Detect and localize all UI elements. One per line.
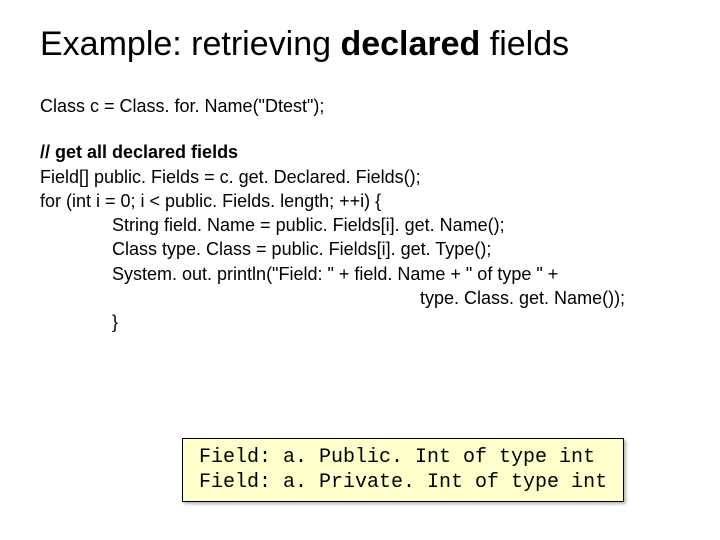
code-line: String field. Name = public. Fields[i]. … bbox=[40, 213, 680, 237]
code-line: type. Class. get. Name()); bbox=[40, 286, 680, 310]
slide-title: Example: retrieving declared fields bbox=[40, 25, 680, 64]
title-post: fields bbox=[480, 25, 569, 63]
title-pre: Example: retrieving bbox=[40, 25, 340, 63]
code-comment: // get all declared fields bbox=[40, 140, 680, 164]
output-line: Field: a. Private. Int of type int bbox=[199, 471, 607, 494]
output-box: Field: a. Public. Int of type int Field:… bbox=[182, 438, 624, 502]
code-line: System. out. println("Field: " + field. … bbox=[40, 262, 680, 286]
code-block: Class c = Class. for. Name("Dtest"); // … bbox=[40, 94, 680, 335]
output-line: Field: a. Public. Int of type int bbox=[199, 446, 595, 469]
code-line: for (int i = 0; i < public. Fields. leng… bbox=[40, 189, 680, 213]
code-line: Class type. Class = public. Fields[i]. g… bbox=[40, 237, 680, 261]
code-line: } bbox=[40, 310, 680, 334]
title-bold: declared bbox=[340, 25, 480, 63]
code-line: Class c = Class. for. Name("Dtest"); bbox=[40, 94, 680, 118]
slide: Example: retrieving declared fields Clas… bbox=[0, 0, 720, 540]
code-line: Field[] public. Fields = c. get. Declare… bbox=[40, 165, 680, 189]
code-gap bbox=[40, 118, 680, 140]
